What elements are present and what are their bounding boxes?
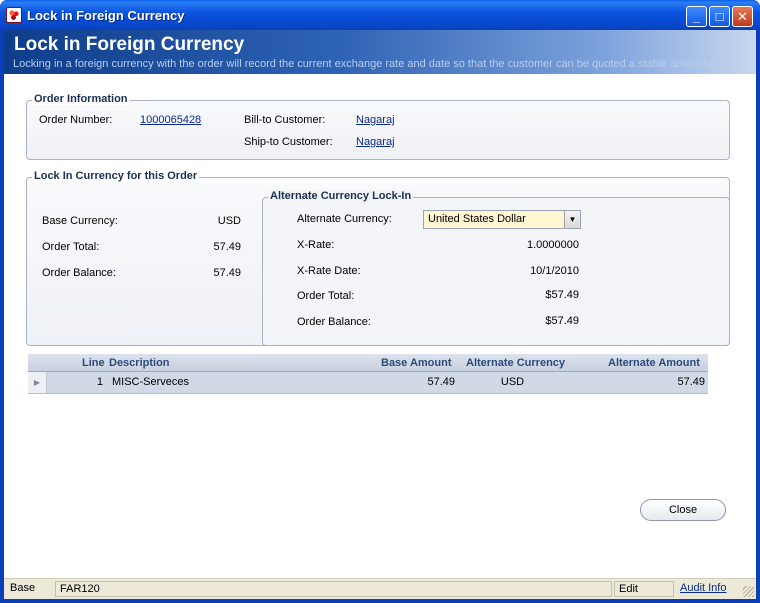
bill-to-label: Bill-to Customer: — [244, 114, 326, 126]
order-number-link[interactable]: 1000065428 — [140, 114, 201, 126]
dialog-body: Lock in Foreign Currency Locking in a fo… — [4, 30, 756, 599]
header-banner: Lock in Foreign Currency Locking in a fo… — [4, 30, 756, 74]
cell-alternate-amount: 57.49 — [677, 376, 705, 388]
xrate-value: 1.0000000 — [527, 239, 579, 251]
status-mode: Base — [10, 582, 36, 594]
bill-to-link[interactable]: Nagaraj — [356, 114, 395, 126]
base-currency-value: USD — [217, 215, 241, 227]
grid-header: Line Description Base Amount Alternate C… — [28, 354, 708, 372]
minimize-button[interactable]: _ — [686, 6, 707, 27]
alt-order-balance-value: $57.49 — [545, 315, 579, 327]
lock-in-currency-title: Lock In Currency for this Order — [32, 170, 200, 182]
banner-title: Lock in Foreign Currency — [14, 34, 245, 55]
chevron-down-icon[interactable]: ▼ — [564, 211, 580, 228]
order-total-value: 57.49 — [213, 241, 241, 253]
xrate-date-label: X-Rate Date: — [297, 265, 361, 277]
maximize-button[interactable]: □ — [709, 6, 730, 27]
resize-grip-icon[interactable] — [743, 586, 754, 597]
column-header-line[interactable]: Line — [82, 357, 105, 369]
order-total-label: Order Total: — [42, 241, 100, 253]
title-bar[interactable]: Lock in Foreign Currency _ □ ✕ — [0, 0, 760, 30]
cell-line: 1 — [96, 376, 103, 388]
column-header-alternate-amount[interactable]: Alternate Amount — [608, 357, 700, 369]
alt-order-balance-label: Order Balance: — [297, 316, 371, 328]
cell-base-amount: 57.49 — [427, 376, 455, 388]
order-information-group: Order Information Order Number: 10000654… — [26, 93, 730, 160]
base-currency-label: Base Currency: — [42, 215, 118, 227]
close-button[interactable]: Close — [640, 499, 726, 521]
alternate-currency-title: Alternate Currency Lock-In — [268, 190, 414, 202]
order-information-title: Order Information — [32, 93, 130, 105]
ship-to-label: Ship-to Customer: — [244, 136, 333, 148]
status-state: Edit — [614, 581, 674, 597]
cell-description: MISC-Serveces — [112, 376, 190, 388]
status-screen-id: FAR120 — [55, 581, 612, 597]
xrate-label: X-Rate: — [297, 239, 335, 251]
close-window-button[interactable]: ✕ — [732, 6, 753, 27]
table-row[interactable]: ▶ 1 MISC-Serveces 57.49 USD 57.49 — [28, 372, 708, 394]
ship-to-link[interactable]: Nagaraj — [356, 136, 395, 148]
alt-order-total-value: $57.49 — [545, 289, 579, 301]
row-selector-icon[interactable]: ▶ — [28, 372, 47, 393]
alternate-currency-label: Alternate Currency: — [297, 213, 392, 225]
alternate-currency-selected: United States Dollar — [428, 213, 526, 225]
column-header-alternate-currency[interactable]: Alternate Currency — [466, 357, 565, 369]
order-balance-value: 57.49 — [213, 267, 241, 279]
xrate-date-value: 10/1/2010 — [530, 265, 579, 277]
audit-info-link[interactable]: Audit Info — [676, 581, 740, 597]
column-header-base-amount[interactable]: Base Amount — [381, 357, 452, 369]
column-header-description[interactable]: Description — [109, 357, 170, 369]
window-title: Lock in Foreign Currency — [27, 8, 185, 23]
order-number-label: Order Number: — [39, 114, 113, 126]
alternate-currency-select[interactable]: United States Dollar ▼ — [423, 210, 581, 229]
order-balance-label: Order Balance: — [42, 267, 116, 279]
alt-order-total-label: Order Total: — [297, 290, 355, 302]
banner-subtitle: Locking in a foreign currency with the o… — [13, 58, 719, 70]
lock-in-currency-group: Lock In Currency for this Order Base Cur… — [26, 170, 730, 346]
status-bar: Base FAR120 Edit Audit Info — [4, 578, 756, 599]
app-icon — [6, 7, 22, 23]
cell-alternate-currency: USD — [500, 376, 525, 388]
dialog-window: Lock in Foreign Currency _ □ ✕ Lock in F… — [0, 0, 760, 603]
